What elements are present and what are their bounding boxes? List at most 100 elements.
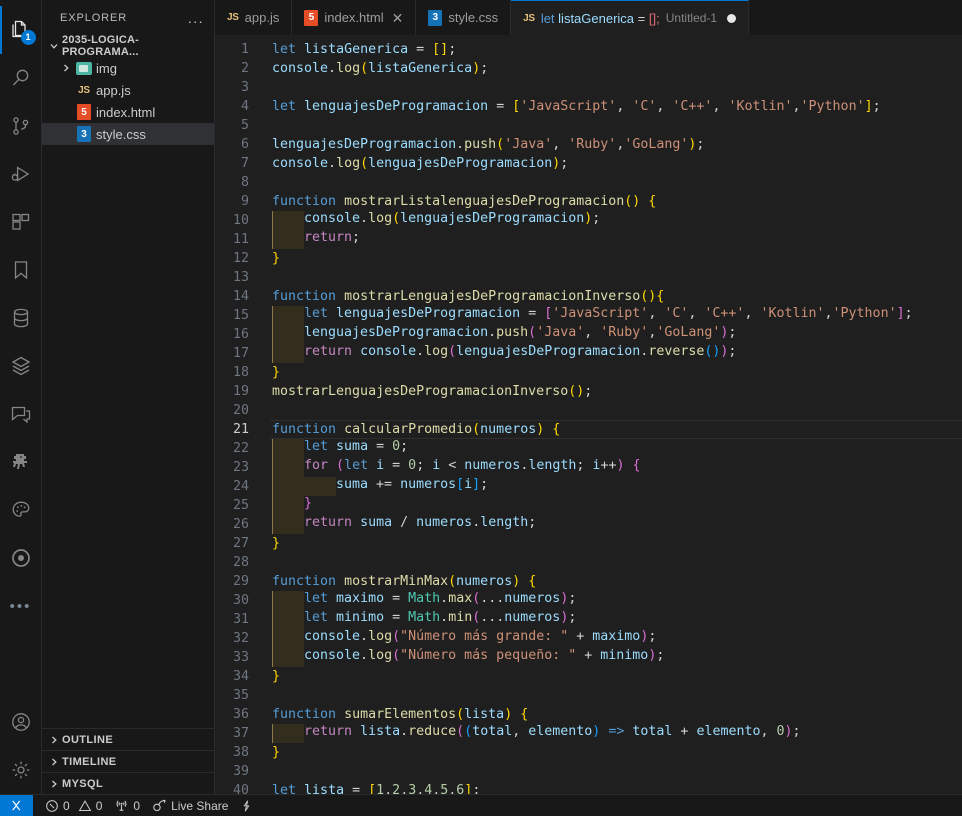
tab-label: style.css: [448, 10, 499, 25]
code-line: 26 return suma / numeros.length;: [215, 515, 962, 534]
js-file-icon: JS: [78, 84, 90, 96]
warning-triangle-icon: [78, 799, 91, 811]
code-line: 14 function mostrarLenguajesDeProgramacio…: [215, 287, 962, 306]
code-line: 9 function mostrarListalenguajesDeProgram…: [215, 192, 962, 211]
activity-item-extensions[interactable]: [0, 198, 42, 246]
activity-item-search[interactable]: [0, 54, 42, 102]
activity-item-comments[interactable]: [0, 390, 42, 438]
status-live-share[interactable]: Live Share: [146, 795, 234, 816]
search-icon: [12, 69, 28, 86]
html-file-icon: 5: [74, 104, 94, 120]
line-number: 24: [232, 479, 249, 494]
ports-count: 0: [133, 798, 141, 813]
status-editor-lightning[interactable]: [234, 795, 259, 816]
line-number: 35: [232, 688, 249, 703]
code-line: 4 let lenguajesDeProgramacion = ['JavaScr…: [215, 97, 962, 116]
activity-item-accounts[interactable]: [0, 698, 42, 746]
code-line: 3: [215, 78, 962, 97]
status-problems[interactable]: 0 0: [39, 795, 108, 816]
code-line: 28: [215, 553, 962, 572]
explorer-root-folder[interactable]: 2035-LOGICA-PROGRAMA...: [42, 35, 214, 58]
sidebar-panel-outline[interactable]: OUTLINE: [42, 728, 214, 750]
explorer-item-img[interactable]: img: [42, 57, 214, 79]
code-line: 20: [215, 401, 962, 420]
sidebar-header: EXPLORER ...: [42, 0, 214, 35]
activity-item-layers[interactable]: [0, 342, 42, 390]
bookmark-icon: [14, 261, 27, 280]
line-number: 19: [232, 384, 249, 399]
code-line: 38}: [215, 743, 962, 762]
code-line: 40 let lista = [1,2,3,4,5,6];: [215, 781, 962, 794]
code-line: 1 let listaGenerica = [];: [215, 40, 962, 59]
line-number: 30: [232, 593, 249, 608]
activity-item-explorer[interactable]: 1: [0, 6, 42, 54]
vscode-window: 1 ••• EXPLORER ... 2035-LOGICA-PROGRAMA.…: [0, 0, 962, 816]
explorer-item-style-css[interactable]: 3 style.css: [42, 123, 214, 145]
sidebar-panel-label: TIMELINE: [62, 755, 117, 768]
explorer-item-app-js[interactable]: JS app.js: [42, 79, 214, 101]
code-line: 7 console.log(lenguajesDeProgramacion);: [215, 154, 962, 173]
status-ports[interactable]: 0: [108, 795, 146, 816]
error-circle-icon: [46, 799, 58, 812]
sidebar-more-actions-button[interactable]: ...: [188, 10, 208, 26]
explorer-badge: 1: [20, 30, 36, 45]
layers-icon: [11, 356, 30, 376]
line-number: 31: [232, 612, 249, 627]
line-number: 26: [232, 517, 249, 532]
activity-item-manage[interactable]: [0, 746, 42, 794]
activity-item-themes[interactable]: [0, 486, 42, 534]
sidebar-panel-timeline[interactable]: TIMELINE: [42, 750, 214, 772]
activity-item-ionic[interactable]: [0, 534, 42, 582]
activity-item-run-and-debug[interactable]: [0, 150, 42, 198]
code-line: 16 lenguajesDeProgramacion.push('Java', '…: [215, 325, 962, 344]
code-line: 34}: [215, 667, 962, 686]
error-count: 0: [63, 798, 70, 813]
dirty-indicator-icon[interactable]: [727, 13, 737, 23]
tab-style-css[interactable]: 3 style.css: [416, 0, 512, 35]
code-line: 23 for (let i = 0; i < numeros.length; i+…: [215, 458, 962, 477]
line-number: 11: [232, 232, 249, 247]
line-number: 9: [240, 194, 249, 209]
line-number: 3: [240, 80, 249, 95]
line-number: 2: [240, 61, 249, 76]
activity-item-additional-views[interactable]: •••: [0, 582, 42, 630]
line-number: 25: [232, 498, 249, 513]
code-line: 31 let minimo = Math.min(...numeros);: [215, 610, 962, 629]
code-line: 36 function sumarElementos(lista) {: [215, 705, 962, 724]
tab-label: let listaGenerica = [];: [540, 10, 660, 26]
code-editor[interactable]: 1 let listaGenerica = []; 2 console.log(li…: [215, 35, 962, 794]
line-number: 40: [232, 783, 249, 794]
line-number: 32: [232, 631, 249, 646]
code-line: 13: [215, 268, 962, 287]
live-share-icon: [153, 799, 166, 812]
code-line-active[interactable]: 21 function calcularPromedio(numeros) {: [215, 420, 962, 439]
activity-item-bookmarks[interactable]: [0, 246, 42, 294]
code-line: 8: [215, 173, 962, 192]
tab-app-js[interactable]: JS app.js: [215, 0, 293, 35]
activity-item-source-control[interactable]: [0, 102, 42, 150]
activity-item-dinosaur[interactable]: [0, 438, 42, 486]
tab-untitled-1[interactable]: JS let listaGenerica = []; Untitled-1: [511, 0, 750, 35]
activity-item-database[interactable]: [0, 294, 42, 342]
line-number: 8: [240, 175, 249, 190]
sidebar-panel-mysql[interactable]: MYSQL: [42, 772, 214, 794]
remote-indicator-button[interactable]: [0, 794, 33, 816]
warning-count: 0: [95, 798, 103, 813]
line-number: 34: [232, 669, 249, 684]
gear-icon: [12, 761, 29, 779]
close-icon[interactable]: ✕: [392, 11, 404, 25]
source-control-icon: [12, 117, 28, 135]
explorer-item-index-html[interactable]: 5 index.html: [42, 101, 214, 123]
editor-tab-bar: JS app.js 5 index.html ✕ 3 style.css JS …: [215, 0, 962, 35]
line-number: 17: [232, 346, 249, 361]
tab-index-html[interactable]: 5 index.html ✕: [292, 0, 417, 35]
tab-label: app.js: [244, 10, 280, 25]
sidebar: EXPLORER ... 2035-LOGICA-PROGRAMA... img: [42, 0, 215, 794]
line-number: 28: [232, 555, 249, 570]
account-icon: [11, 713, 30, 731]
line-number: 39: [232, 764, 249, 779]
code-line: 10 console.log(lenguajesDeProgramacion);: [215, 211, 962, 230]
line-number: 27: [232, 536, 249, 551]
code-line: 15 let lenguajesDeProgramacion = ['JavaSc…: [215, 306, 962, 325]
sidebar-panel-label: MYSQL: [62, 777, 104, 790]
